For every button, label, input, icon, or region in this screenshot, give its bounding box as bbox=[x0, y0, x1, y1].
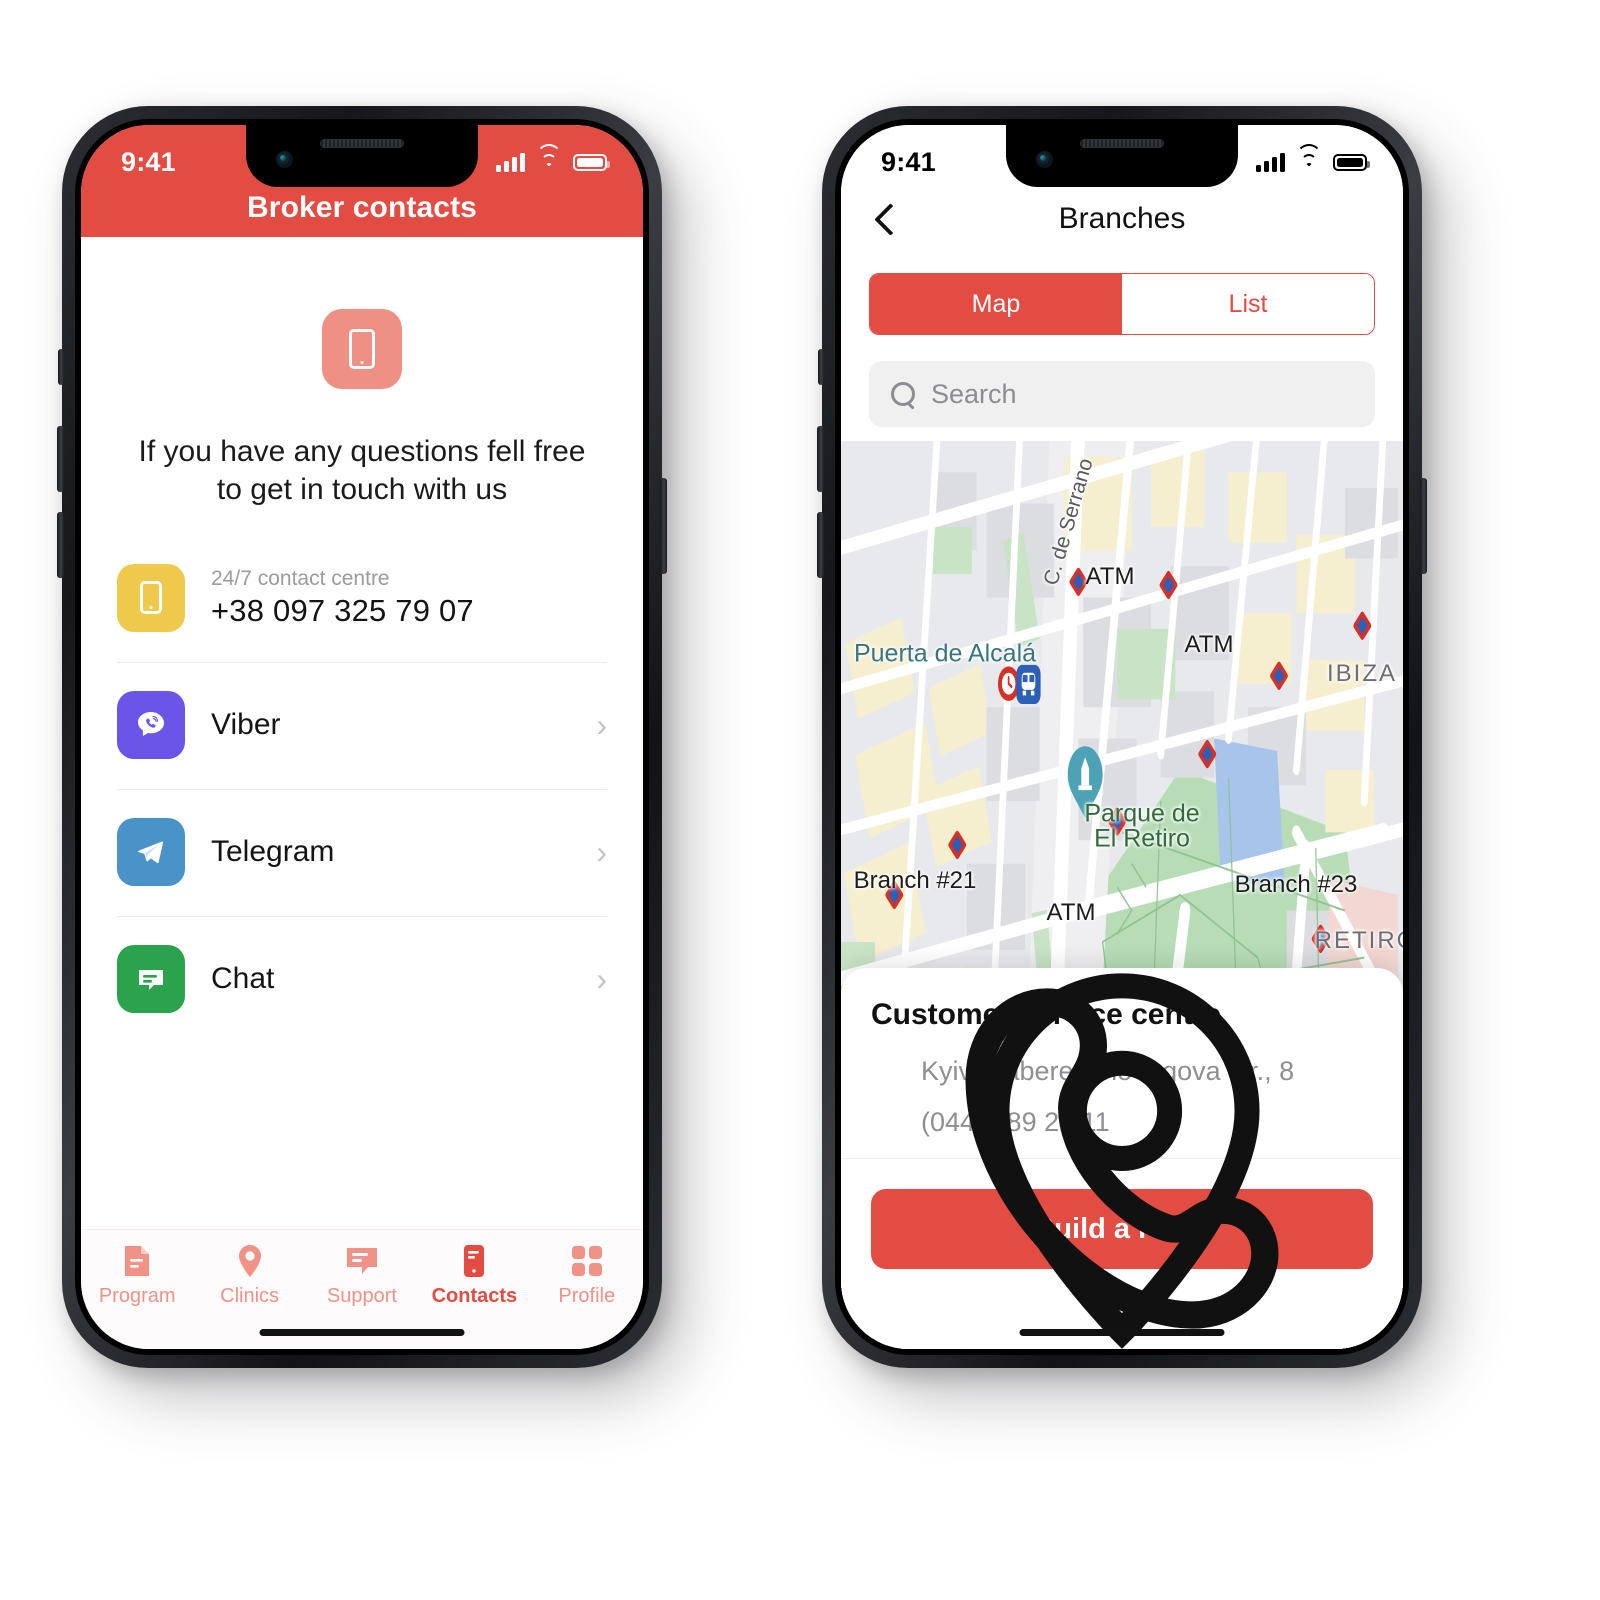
chevron-right-icon: › bbox=[596, 960, 607, 997]
page-title: Broker contacts bbox=[247, 191, 477, 224]
tab-label: Contacts bbox=[431, 1285, 518, 1307]
mobile-phone-icon bbox=[349, 329, 375, 369]
segmented-control: Map List bbox=[869, 273, 1375, 335]
tab-label: Support bbox=[326, 1285, 397, 1307]
cellular-signal-icon bbox=[496, 152, 525, 172]
hero-description: If you have any questions fell free to g… bbox=[138, 435, 586, 507]
status-indicators bbox=[1256, 143, 1370, 172]
grid-icon bbox=[571, 1244, 603, 1278]
chevron-right-icon: › bbox=[596, 706, 607, 743]
notch-left bbox=[246, 125, 478, 187]
screen-broker-contacts: 9:41 Broker contacts If you have any que… bbox=[81, 125, 643, 1349]
front-camera-icon bbox=[276, 151, 293, 168]
search-placeholder: Search bbox=[931, 378, 1017, 409]
hero-phone-icon bbox=[322, 309, 402, 389]
power-button[interactable] bbox=[660, 478, 667, 574]
contact-centre-label: 24/7 contact centre bbox=[211, 566, 390, 590]
list-item-label: Telegram bbox=[211, 834, 335, 868]
tab-support[interactable]: Support bbox=[306, 1244, 418, 1308]
phone-device-left: 9:41 Broker contacts If you have any que… bbox=[57, 106, 667, 1368]
page-title: Branches bbox=[1058, 202, 1186, 235]
search-icon bbox=[891, 382, 915, 406]
tab-map[interactable]: Map bbox=[870, 274, 1122, 334]
silent-switch[interactable] bbox=[58, 349, 64, 385]
list-item-telegram[interactable]: Telegram › bbox=[117, 817, 607, 886]
tab-label: Program bbox=[98, 1285, 176, 1307]
divider bbox=[117, 788, 607, 790]
divider bbox=[117, 661, 607, 663]
cellular-signal-icon bbox=[1256, 152, 1285, 172]
earpiece-speaker bbox=[320, 139, 404, 148]
mobile-phone-icon bbox=[462, 1244, 486, 1278]
list-item-viber[interactable]: Viber › bbox=[117, 690, 607, 759]
wifi-icon bbox=[1296, 143, 1322, 172]
map-pin-icon bbox=[236, 1244, 264, 1278]
contact-centre-tile bbox=[117, 563, 185, 632]
battery-icon bbox=[573, 153, 610, 171]
volume-down-button[interactable] bbox=[817, 512, 824, 578]
list-item-chat[interactable]: Chat › bbox=[117, 944, 607, 1013]
front-camera-icon bbox=[1036, 151, 1053, 168]
volume-up-button[interactable] bbox=[817, 426, 824, 492]
battery-icon bbox=[1333, 153, 1370, 171]
poi-clock-icon bbox=[997, 666, 1020, 701]
notch-right bbox=[1006, 125, 1238, 187]
tab-label: Profile bbox=[558, 1285, 616, 1307]
search-field[interactable]: Search bbox=[869, 361, 1375, 427]
contact-centre-number[interactable]: +38 097 325 79 07 bbox=[211, 593, 474, 629]
screenshot-canvas: 9:41 Broker contacts If you have any que… bbox=[0, 0, 1600, 1600]
telegram-icon bbox=[117, 817, 185, 886]
silent-switch[interactable] bbox=[818, 349, 824, 385]
screen-branches: 9:41 Branches Map List Search C. de Serr… bbox=[841, 125, 1403, 1349]
branch-info-card: Customer service centre Kyiv, Naberezhno… bbox=[841, 968, 1403, 1349]
home-indicator[interactable] bbox=[1019, 1329, 1225, 1336]
list-item-label: Chat bbox=[211, 961, 275, 995]
tab-program[interactable]: Program bbox=[81, 1244, 193, 1308]
divider bbox=[117, 915, 607, 917]
chat-icon bbox=[117, 944, 185, 1013]
chevron-right-icon: › bbox=[596, 833, 607, 870]
status-indicators bbox=[496, 143, 610, 172]
list-item-label: Viber bbox=[211, 707, 281, 741]
contact-centre-meta: 24/7 contact centre +38 097 325 79 07 bbox=[211, 567, 474, 629]
map-view[interactable]: C. de Serrano Puerta de Alcalá Parque de… bbox=[841, 441, 1403, 1349]
tab-profile[interactable]: Profile bbox=[531, 1244, 643, 1308]
nav-bar: Branches bbox=[841, 187, 1403, 251]
earpiece-speaker bbox=[1080, 139, 1164, 148]
tab-contacts[interactable]: Contacts bbox=[418, 1244, 530, 1308]
branch-phone-row[interactable]: (044) 389 22 11 bbox=[871, 988, 1373, 1329]
viber-icon bbox=[117, 690, 185, 759]
volume-up-button[interactable] bbox=[57, 426, 64, 492]
content-left: If you have any questions fell free to g… bbox=[81, 237, 643, 1349]
power-button[interactable] bbox=[1420, 478, 1427, 574]
document-icon bbox=[122, 1244, 152, 1278]
volume-down-button[interactable] bbox=[57, 512, 64, 578]
tab-list[interactable]: List bbox=[1122, 274, 1374, 334]
contact-centre-row[interactable]: 24/7 contact centre +38 097 325 79 07 bbox=[117, 563, 607, 632]
back-button[interactable] bbox=[871, 204, 901, 234]
phone-device-right: 9:41 Branches Map List Search C. de Serr… bbox=[817, 106, 1427, 1368]
home-indicator[interactable] bbox=[259, 1329, 465, 1336]
phone-bezel-left: 9:41 Broker contacts If you have any que… bbox=[75, 119, 649, 1355]
phone-bezel-right: 9:41 Branches Map List Search C. de Serr… bbox=[835, 119, 1409, 1355]
wifi-icon bbox=[536, 143, 562, 172]
tab-clinics[interactable]: Clinics bbox=[193, 1244, 305, 1308]
tab-label: Clinics bbox=[220, 1285, 280, 1307]
mobile-phone-icon bbox=[140, 581, 162, 615]
chat-bubble-icon bbox=[345, 1244, 379, 1278]
